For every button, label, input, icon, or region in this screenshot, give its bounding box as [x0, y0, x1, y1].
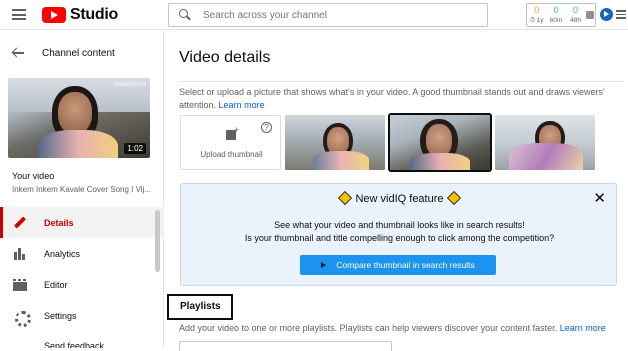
playlists-description-text: Add your video to one or more playlists.… [179, 323, 558, 333]
sidebar-item-label: Editor [44, 279, 68, 290]
vidiq-badge-icon [446, 190, 461, 206]
sidebar-item-label: Settings [44, 310, 77, 321]
upload-thumbnail-label: Upload thumbnail [200, 150, 263, 159]
stat-48h: 0 48h [566, 4, 585, 26]
thumbnail-option-3[interactable] [495, 115, 595, 170]
learn-more-link[interactable]: Learn more [219, 100, 265, 110]
video-thumbnail[interactable]: KINEMASTER 1:02 [8, 78, 150, 158]
stat-value: 0 [573, 5, 579, 15]
sidebar-item-send-feedback[interactable]: Send feedback [44, 341, 104, 348]
compare-thumbnail-button[interactable]: Compare thumbnail in search results [300, 255, 496, 275]
vidiq-card-line-1: See what your video and thumbnail looks … [274, 220, 525, 230]
logo-text: Studio [70, 6, 118, 23]
sidebar-item-label: Analytics [44, 248, 81, 259]
search-bar[interactable] [168, 3, 488, 27]
thumbnail-description: Select or upload a picture that shows wh… [179, 86, 609, 112]
vidiq-badge-icon [338, 190, 353, 206]
back-label: Channel content [42, 47, 115, 59]
more-menu-icon[interactable] [616, 10, 626, 21]
watermark: KINEMASTER [113, 82, 146, 88]
stat-label: ⏱ 1y [529, 17, 544, 24]
stat-value: 0 [534, 5, 540, 15]
menu-icon[interactable] [12, 9, 26, 20]
page-title: Video details [179, 49, 271, 66]
vidiq-avatar-icon[interactable] [600, 8, 613, 21]
upload-thumbnail-button[interactable]: + ? Upload thumbnail [180, 115, 281, 170]
extension-icon[interactable] [585, 4, 595, 26]
playlists-learn-more-link[interactable]: Learn more [560, 323, 606, 333]
compare-thumbnail-label: Compare thumbnail in search results [336, 260, 475, 270]
playlists-description: Add your video to one or more playlists.… [179, 323, 606, 333]
divider [179, 81, 624, 82]
vidiq-feature-card: New vidIQ feature ✕ See what your video … [180, 183, 617, 286]
vidiq-card-title: New vidIQ feature [181, 190, 618, 206]
thumbnail-option-1[interactable] [285, 115, 385, 170]
sidebar-item-settings[interactable]: Settings [0, 300, 164, 331]
back-to-channel-content[interactable]: Channel content [0, 43, 164, 63]
search-icon [179, 9, 191, 21]
stat-label: 48h [570, 17, 581, 24]
sidebar: Channel content KINEMASTER 1:02 Your vid… [0, 31, 164, 348]
stat-60m: 0 60m [546, 4, 565, 26]
top-bar: Studio 0 ⏱ 1y 0 60m 0 48h [0, 0, 628, 30]
video-title: Inkem Inkem Kavale Cover Song I Vij... [12, 185, 152, 194]
sidebar-item-analytics[interactable]: Analytics [0, 238, 164, 269]
thumbnail-option-2[interactable] [388, 113, 492, 172]
search-input[interactable] [203, 9, 473, 21]
vidiq-stats-widget[interactable]: 0 ⏱ 1y 0 60m 0 48h [526, 3, 596, 27]
stat-value: 0 [553, 5, 559, 15]
sidebar-nav: Details Analytics Editor Settings [0, 207, 164, 331]
sidebar-item-editor[interactable]: Editor [0, 269, 164, 300]
clapperboard-icon [13, 278, 27, 292]
sidebar-item-label: Details [44, 217, 74, 228]
youtube-logo-icon [42, 7, 66, 23]
studio-logo[interactable]: Studio [42, 6, 118, 24]
gear-icon [13, 309, 31, 327]
playlists-heading: Playlists [167, 294, 233, 320]
close-icon[interactable]: ✕ [593, 189, 606, 207]
vidiq-title-text: New vidIQ feature [355, 193, 444, 205]
your-video-label: Your video [12, 171, 55, 181]
sidebar-scrollbar[interactable] [155, 210, 160, 272]
playlist-select[interactable] [179, 341, 392, 351]
sidebar-item-details[interactable]: Details [0, 207, 164, 238]
duration-badge: 1:02 [124, 143, 146, 154]
stat-1y: 0 ⏱ 1y [527, 4, 546, 26]
help-icon[interactable]: ? [261, 122, 272, 133]
pencil-icon [13, 216, 27, 230]
vidiq-play-icon [321, 262, 327, 268]
vidiq-card-line-2: Is your thumbnail and title compelling e… [244, 233, 555, 243]
analytics-icon [13, 247, 27, 261]
stat-label: 60m [549, 17, 563, 24]
main-content: Video details Select or upload a picture… [165, 31, 628, 351]
back-arrow-icon[interactable] [12, 47, 24, 59]
